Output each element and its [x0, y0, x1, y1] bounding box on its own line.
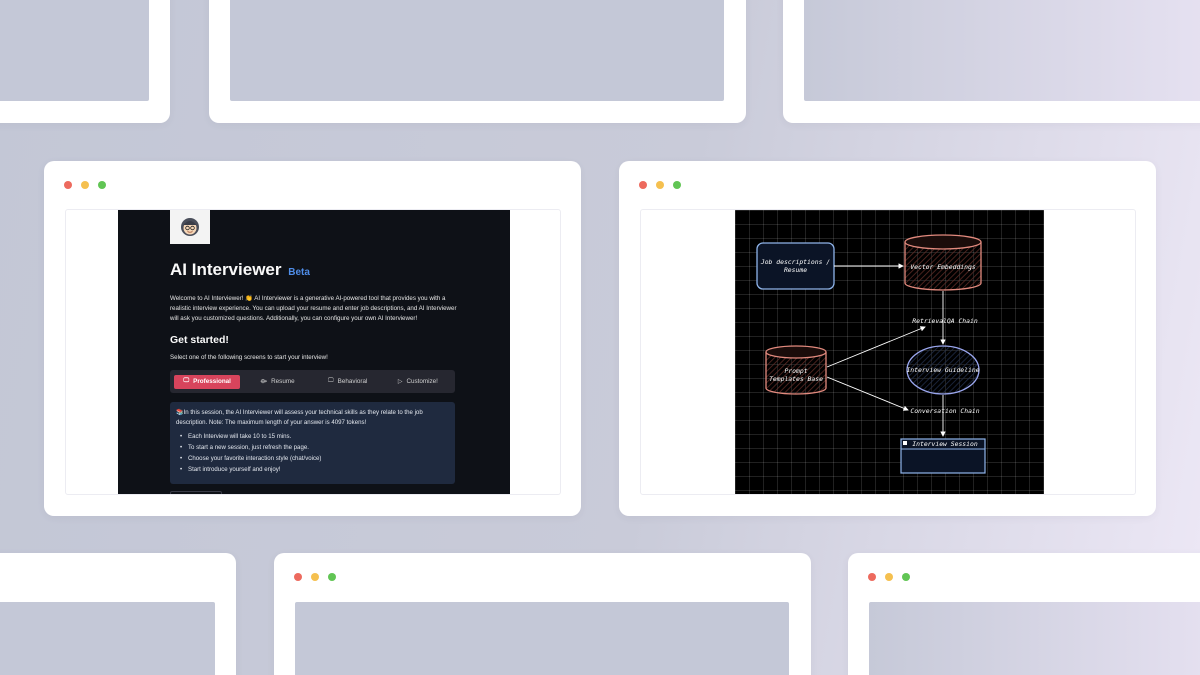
diagram-screenshot-frame: Job descriptions / Resume Vector Embeddi… — [640, 209, 1136, 495]
select-screen-text: Select one of the following screens to s… — [170, 354, 328, 361]
maximize-dot-icon — [902, 573, 910, 581]
minimize-dot-icon — [885, 573, 893, 581]
interview-guideline-label: Interview Guideline — [906, 366, 980, 374]
placeholder-block — [295, 602, 789, 675]
close-dot-icon — [868, 573, 876, 581]
session-info-box: 📚In this session, the AI Interviewer wil… — [170, 402, 455, 484]
arrow-prompt-to-conversation — [826, 376, 909, 411]
window-controls — [868, 573, 910, 581]
resume-icon: ⟴ — [260, 379, 268, 385]
tab-customize[interactable]: ▷ Customize! — [385, 375, 451, 389]
bg-window-top-right — [783, 0, 1200, 123]
minimize-dot-icon — [311, 573, 319, 581]
list-item: Each Interview will take 10 to 15 mins. — [176, 431, 449, 442]
job-descriptions-label: Job descriptions / Resume — [760, 258, 831, 274]
title-text: AI Interviewer — [170, 260, 282, 279]
list-item: Start introduce yourself and enjoy! — [176, 464, 449, 475]
retrievalqa-chain-label: RetrievalQA Chain — [912, 317, 978, 325]
placeholder-block — [230, 0, 724, 101]
tab-label: Resume — [271, 378, 295, 385]
bg-window-bottom-center — [274, 553, 811, 675]
maximize-dot-icon[interactable] — [98, 181, 106, 189]
window-controls — [64, 181, 106, 189]
tab-professional[interactable]: 🖵 Professional — [174, 374, 241, 389]
close-dot-icon — [294, 573, 302, 581]
screen-tab-bar: 🖵 Professional ⟴ Resume 🖵 Behavioral ▷ C… — [170, 370, 455, 393]
minimize-dot-icon[interactable] — [81, 181, 89, 189]
bg-window-top-center — [209, 0, 746, 123]
tab-label: Behavioral — [337, 378, 368, 385]
architecture-diagram: Job descriptions / Resume Vector Embeddi… — [735, 210, 1044, 494]
monitor-icon: 🖵 — [327, 378, 334, 384]
tab-label: Professional — [193, 378, 231, 385]
get-started-heading: Get started! — [170, 334, 229, 346]
bg-window-bottom-left — [0, 553, 236, 675]
app-window: AI Interviewer Beta Welcome to AI Interv… — [44, 161, 581, 516]
page-title: AI Interviewer Beta — [170, 260, 310, 280]
start-button[interactable] — [170, 491, 222, 494]
tab-resume[interactable]: ⟴ Resume — [244, 375, 310, 389]
placeholder-block — [804, 0, 1200, 101]
monitor-icon: 🖵 — [183, 378, 190, 384]
interview-session-label: Interview Session — [912, 440, 978, 448]
maximize-dot-icon — [328, 573, 336, 581]
beta-badge: Beta — [288, 267, 310, 278]
session-bullets: Each Interview will take 10 to 15 mins. … — [176, 431, 449, 475]
diagram-shapes — [756, 234, 986, 474]
app-screenshot-frame: AI Interviewer Beta Welcome to AI Interv… — [65, 209, 561, 495]
conversation-chain-label: Conversation Chain — [910, 407, 980, 415]
bg-window-top-left — [0, 0, 170, 123]
minimize-dot-icon[interactable] — [656, 181, 664, 189]
prompt-templates-label: Prompt Templates Base — [769, 367, 823, 383]
window-controls — [294, 573, 336, 581]
list-item: To start a new session, just refresh the… — [176, 442, 449, 453]
play-icon: ▷ — [397, 379, 403, 385]
close-dot-icon[interactable] — [639, 181, 647, 189]
close-dot-icon[interactable] — [64, 181, 72, 189]
placeholder-block — [0, 602, 215, 675]
bg-window-bottom-right — [848, 553, 1200, 675]
vector-embeddings-label: Vector Embeddings — [910, 263, 976, 271]
ai-interviewer-app: AI Interviewer Beta Welcome to AI Interv… — [118, 210, 510, 494]
session-info-text: 📚In this session, the AI Interviewer wil… — [176, 409, 423, 426]
window-controls — [639, 181, 681, 189]
placeholder-block — [0, 0, 149, 101]
intro-text: Welcome to AI Interviewer! 👏 AI Intervie… — [170, 295, 457, 322]
placeholder-block — [869, 602, 1200, 675]
maximize-dot-icon[interactable] — [673, 181, 681, 189]
tab-behavioral[interactable]: 🖵 Behavioral — [315, 375, 381, 389]
diagram-window: Job descriptions / Resume Vector Embeddi… — [619, 161, 1156, 516]
interviewer-avatar-icon — [170, 210, 210, 244]
tab-label: Customize! — [406, 378, 438, 385]
list-item: Choose your favorite interaction style (… — [176, 453, 449, 464]
